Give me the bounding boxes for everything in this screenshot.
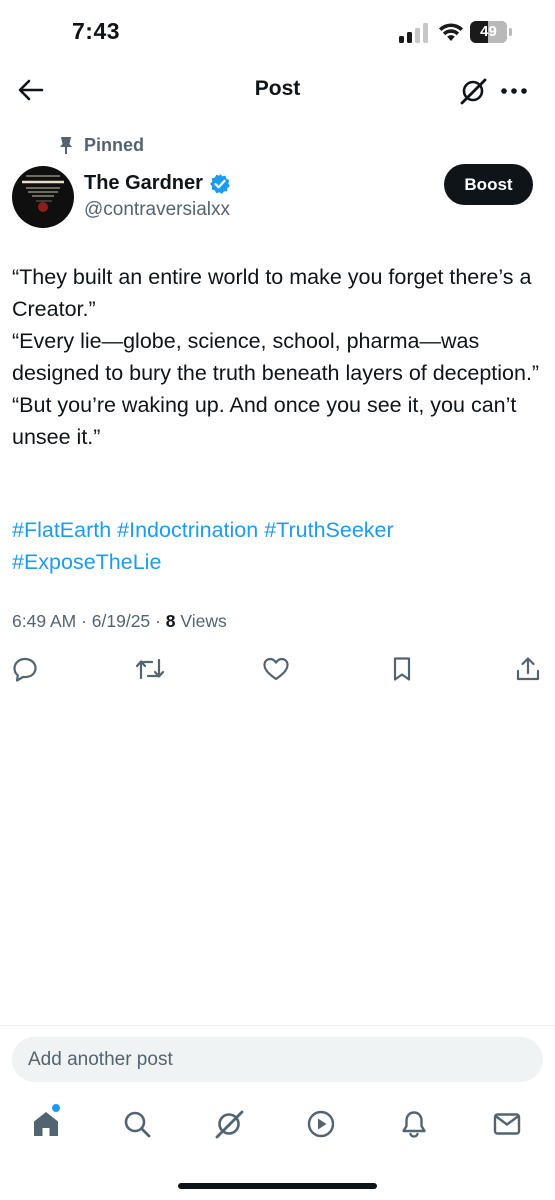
bell-icon <box>402 1111 426 1138</box>
post-header: Post <box>0 66 555 116</box>
battery-nub <box>509 28 512 36</box>
tab-notifications[interactable] <box>394 1100 434 1148</box>
tab-video[interactable] <box>301 1100 341 1148</box>
tab-home[interactable] <box>26 1100 66 1148</box>
bookmark-icon <box>393 657 411 681</box>
meta-separator: · <box>76 611 92 631</box>
post-paragraph: “Every lie—globe, science, school, pharm… <box>12 329 540 385</box>
hashtag-link[interactable]: #ExposeTheLie <box>12 550 161 574</box>
share-button[interactable] <box>513 654 543 684</box>
rose-icon <box>38 202 48 212</box>
hashtag-link[interactable]: #TruthSeeker <box>264 518 393 542</box>
grok-icon <box>215 1110 244 1139</box>
author-name-row[interactable]: The Gardner <box>84 172 231 195</box>
reply-button[interactable] <box>10 654 40 684</box>
tab-messages[interactable] <box>487 1100 527 1148</box>
wifi-icon <box>439 23 463 41</box>
bottom-tab-bar <box>0 1100 555 1150</box>
reply-composer-input[interactable]: Add another post <box>12 1037 543 1082</box>
heart-icon <box>263 657 289 681</box>
author-handle[interactable]: @contraversialxx <box>84 199 230 221</box>
repost-button[interactable] <box>135 654 165 684</box>
hashtag-link[interactable]: #FlatEarth <box>12 518 111 542</box>
meta-separator: · <box>150 611 166 631</box>
grok-icon[interactable] <box>458 76 488 106</box>
search-icon <box>124 1111 151 1138</box>
home-indicator[interactable] <box>178 1183 377 1189</box>
battery-percentage: 49 <box>480 23 497 40</box>
boost-button[interactable]: Boost <box>444 164 533 205</box>
views-label[interactable]: Views <box>180 611 226 632</box>
mail-icon <box>493 1113 521 1135</box>
status-bar: 7:43 49 <box>0 0 555 66</box>
divider <box>0 1025 555 1026</box>
tab-grok[interactable] <box>209 1100 249 1148</box>
post-action-bar <box>0 654 555 686</box>
cellular-signal-icon <box>399 23 428 43</box>
post-paragraph: “They built an entire world to make you … <box>12 265 532 321</box>
post-paragraph: “But you’re waking up. And once you see … <box>12 393 517 449</box>
post-date[interactable]: 6/19/25 <box>92 611 150 632</box>
pinned-label: Pinned <box>84 134 145 155</box>
hashtag-list: #FlatEarth #Indoctrination #TruthSeeker … <box>12 514 542 578</box>
battery-indicator: 49 <box>470 21 512 43</box>
repost-icon <box>135 658 165 680</box>
share-icon <box>516 657 540 681</box>
post-metadata: 6:49 AM · 6/19/25 · 8 Views <box>12 611 227 632</box>
play-icon <box>307 1110 335 1138</box>
reply-icon <box>13 657 37 682</box>
verified-badge-icon[interactable] <box>209 173 231 195</box>
tab-search[interactable] <box>117 1100 157 1148</box>
post-text: “They built an entire world to make you … <box>12 261 542 453</box>
status-time: 7:43 <box>72 18 121 44</box>
home-icon <box>34 1112 58 1136</box>
more-dots-icon <box>501 88 527 94</box>
pinned-indicator: Pinned <box>58 134 144 156</box>
hashtag-link[interactable]: #Indoctrination <box>117 518 258 542</box>
like-button[interactable] <box>261 654 291 684</box>
author-name[interactable]: The Gardner <box>84 172 203 195</box>
pin-icon <box>60 137 72 154</box>
post-time[interactable]: 6:49 AM <box>12 611 76 632</box>
views-count[interactable]: 8 <box>166 611 176 632</box>
avatar[interactable] <box>12 166 74 228</box>
home-unread-dot <box>52 1104 60 1112</box>
more-options-button[interactable] <box>498 76 530 106</box>
bookmark-button[interactable] <box>387 654 417 684</box>
